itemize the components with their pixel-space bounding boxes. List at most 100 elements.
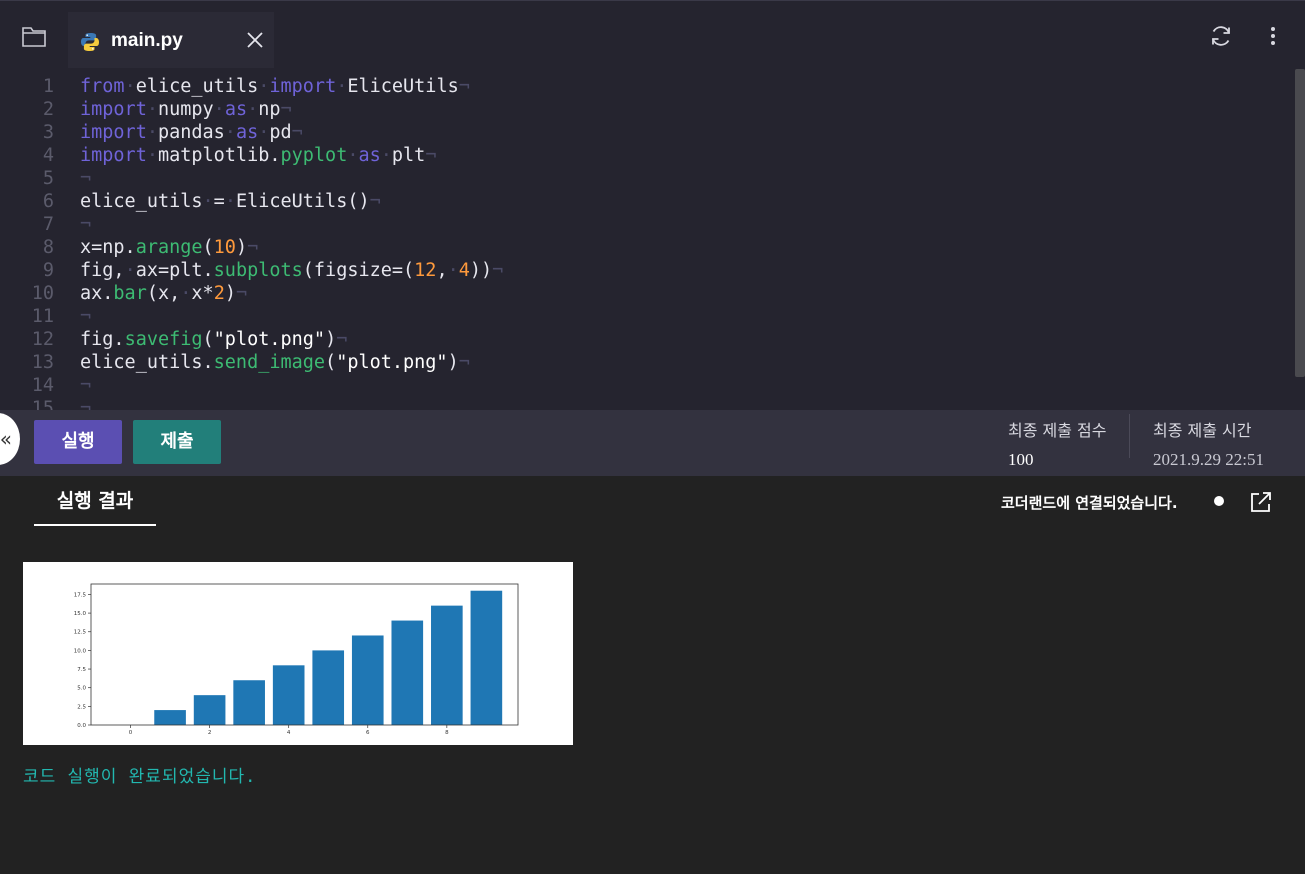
file-tab-main-py[interactable]: main.py: [68, 12, 274, 68]
code-token: ¬: [291, 122, 303, 143]
refresh-icon[interactable]: [1208, 23, 1234, 49]
code-line[interactable]: 3 import·pandas·as·pd¬: [0, 121, 1295, 144]
code-token: (: [202, 237, 214, 258]
final-score-label: 최종 제출 점수: [1008, 421, 1107, 440]
close-icon[interactable]: [246, 31, 264, 49]
divider: [1129, 414, 1130, 458]
line-number: 12: [31, 329, 54, 350]
code-line[interactable]: 6 elice_utils·=·EliceUtils()¬: [0, 190, 1295, 213]
code-token: 4: [458, 260, 470, 281]
line-content: ¬: [80, 305, 91, 328]
completion-message: 코드 실행이 완료되었습니다.: [23, 767, 257, 787]
code-token: matplotlib.: [157, 145, 281, 166]
line-number: 3: [42, 122, 54, 143]
code-token: =: [213, 191, 225, 212]
code-token: 12: [414, 260, 437, 281]
code-token: ·: [224, 122, 236, 143]
code-token: as: [235, 122, 259, 143]
run-button[interactable]: 실행: [34, 420, 122, 464]
more-vertical-icon[interactable]: [1263, 24, 1283, 48]
code-token: ): [224, 283, 236, 304]
chart-bar: [431, 605, 463, 725]
line-content: import·pandas·as·pd¬: [80, 121, 303, 144]
code-token: x*: [191, 283, 214, 304]
code-line[interactable]: 1 from·elice_utils·import·EliceUtils¬: [0, 75, 1295, 98]
code-line[interactable]: 10 ax.bar(x,·x*2)¬: [0, 282, 1295, 305]
code-token: import: [269, 76, 337, 97]
line-content: import·matplotlib.pyplot·as·plt¬: [80, 144, 436, 167]
line-number: 15: [31, 398, 54, 411]
code-token: ax=plt.: [135, 260, 214, 281]
connection-status: 코더랜드에 연결되었습니다.: [1001, 494, 1178, 512]
code-line[interactable]: 11 ¬: [0, 305, 1295, 328]
code-token: ·: [447, 260, 459, 281]
code-line[interactable]: 9 fig,·ax=plt.subplots(figsize=(12,·4))¬: [0, 259, 1295, 282]
code-token: ): [325, 329, 337, 350]
code-token: "plot.png": [213, 329, 326, 350]
chart-bar: [193, 695, 226, 725]
code-token: import: [80, 122, 147, 143]
x-tick-label: 0: [129, 730, 133, 736]
x-tick-label: 4: [287, 730, 291, 736]
y-tick-label: 2.5: [77, 704, 86, 710]
code-token: ·: [146, 145, 158, 166]
y-tick-label: 5.0: [77, 686, 86, 692]
collapse-button[interactable]: «: [0, 413, 20, 465]
code-token: fig.: [80, 329, 125, 350]
code-token: ·: [124, 260, 136, 281]
code-line[interactable]: 13 elice_utils.send_image("plot.png")¬: [0, 351, 1295, 374]
y-tick-label: 0.0: [77, 723, 86, 729]
code-line[interactable]: 14 ¬: [0, 374, 1295, 397]
code-token: ·: [224, 191, 236, 212]
editor-tab-bar: main.py: [0, 2, 1305, 68]
chart-bar: [233, 680, 265, 725]
code-token: numpy: [157, 99, 214, 120]
chart-bar: [154, 710, 186, 725]
code-line[interactable]: 4 import·matplotlib.pyplot·as·plt¬: [0, 144, 1295, 167]
bar-chart: 0.0 2.5 5.0 7.5 10.0 12.5 15.0 17.5 0 2 4 6 8: [74, 583, 519, 736]
code-token: elice_utils.: [80, 352, 214, 373]
code-token: EliceUtils: [347, 76, 459, 97]
line-content: import·numpy·as·np¬: [80, 98, 292, 121]
code-line[interactable]: 12 fig.savefig("plot.png")¬: [0, 328, 1295, 351]
code-token: 10: [213, 237, 236, 258]
editor-scrollbar[interactable]: [1295, 69, 1305, 377]
tab-run-result[interactable]: 실행 결과: [34, 476, 156, 526]
code-line[interactable]: 8 x=np.arange(10)¬: [0, 236, 1295, 259]
line-number: 6: [42, 191, 54, 212]
line-number: 13: [31, 352, 54, 373]
code-token: ·: [124, 76, 136, 97]
line-content: ¬: [80, 374, 91, 397]
code-token: (x,: [146, 283, 181, 304]
code-token: ¬: [280, 99, 292, 120]
external-link-icon[interactable]: [1249, 490, 1273, 514]
code-token: ·: [146, 99, 158, 120]
code-line[interactable]: 5 ¬: [0, 167, 1295, 190]
code-line[interactable]: 2 import·numpy·as·np¬: [0, 98, 1295, 121]
code-line[interactable]: 7 ¬: [0, 213, 1295, 236]
y-tick-label: 17.5: [74, 592, 87, 598]
line-number: 14: [31, 375, 54, 396]
code-content[interactable]: 1 from·elice_utils·import·EliceUtils¬ 2 imp…: [0, 67, 1295, 411]
code-token: ): [447, 352, 459, 373]
code-token: (: [325, 352, 337, 373]
code-token: ax.: [80, 283, 114, 304]
code-token: ¬: [80, 168, 92, 189]
code-token: ¬: [458, 76, 470, 97]
code-token: ·: [180, 283, 192, 304]
code-token: ¬: [235, 283, 248, 304]
code-token: fig,: [80, 260, 125, 281]
code-token: )): [469, 260, 493, 281]
code-token: (: [202, 329, 214, 350]
code-token: (figsize=(: [302, 260, 415, 281]
code-line[interactable]: 15 ¬: [0, 397, 1295, 411]
submit-button[interactable]: 제출: [133, 420, 221, 464]
code-token: pyplot: [280, 145, 348, 166]
final-time-label: 최종 제출 시간: [1153, 421, 1252, 440]
x-tick-label: 8: [445, 730, 449, 736]
code-token: ¬: [369, 191, 381, 212]
code-token: 2: [213, 283, 225, 304]
code-token: arange: [135, 237, 203, 258]
code-token: send_image: [213, 352, 326, 373]
folder-icon[interactable]: [20, 22, 48, 50]
